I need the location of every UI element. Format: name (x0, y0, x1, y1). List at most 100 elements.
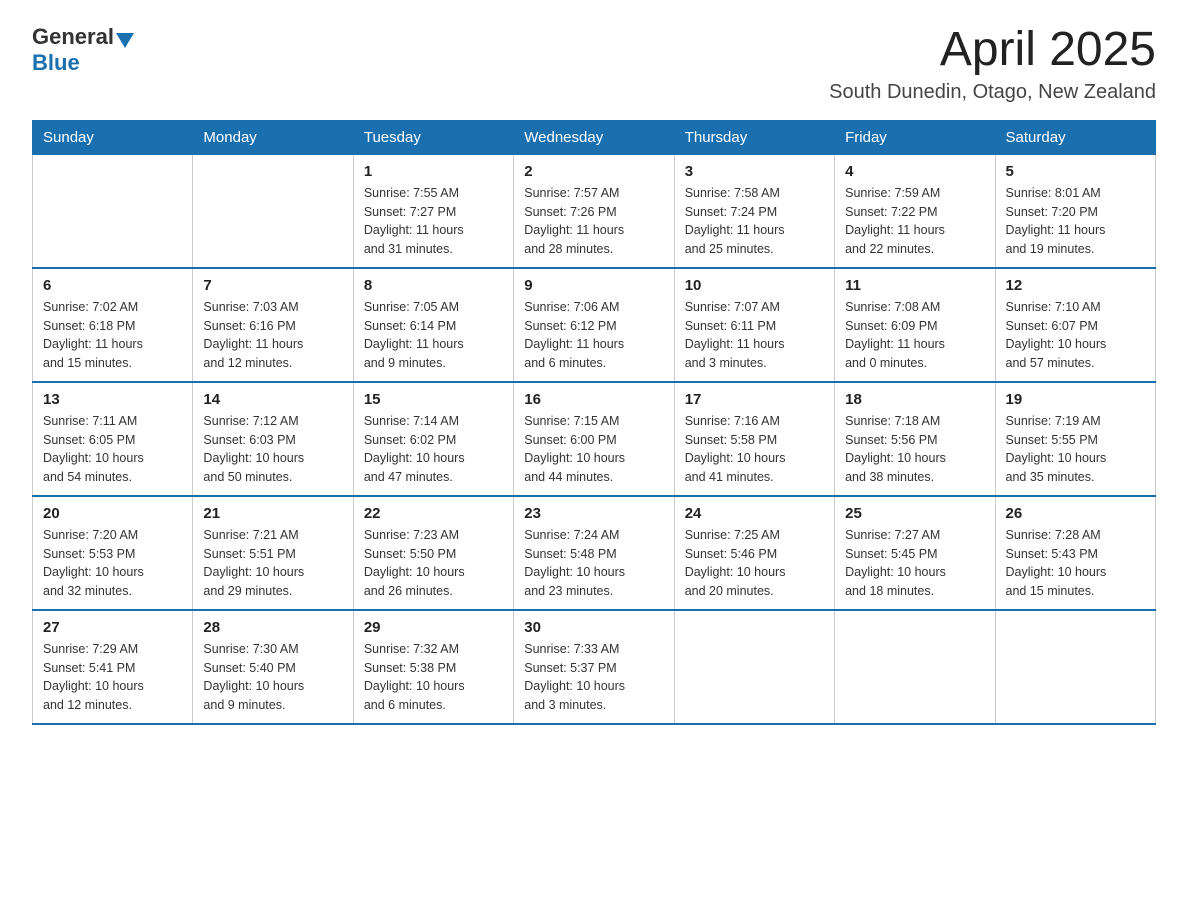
day-info: Sunrise: 7:33 AM Sunset: 5:37 PM Dayligh… (524, 640, 663, 715)
calendar-week-row: 1 Sunrise: 7:55 AM Sunset: 7:27 PM Daylig… (33, 154, 1156, 268)
calendar-cell: 14 Sunrise: 7:12 AM Sunset: 6:03 PM Dayli… (193, 382, 353, 496)
column-header-sunday: Sunday (33, 120, 193, 154)
day-info: Sunrise: 7:16 AM Sunset: 5:58 PM Dayligh… (685, 412, 824, 487)
calendar-cell: 30 Sunrise: 7:33 AM Sunset: 5:37 PM Dayli… (514, 610, 674, 724)
day-info: Sunrise: 7:23 AM Sunset: 5:50 PM Dayligh… (364, 526, 503, 601)
day-number: 1 (364, 163, 503, 180)
day-info: Sunrise: 7:30 AM Sunset: 5:40 PM Dayligh… (203, 640, 342, 715)
logo-general: General (32, 24, 114, 50)
day-number: 20 (43, 505, 182, 522)
day-number: 16 (524, 391, 663, 408)
day-info: Sunrise: 7:29 AM Sunset: 5:41 PM Dayligh… (43, 640, 182, 715)
calendar-cell: 28 Sunrise: 7:30 AM Sunset: 5:40 PM Dayli… (193, 610, 353, 724)
column-header-thursday: Thursday (674, 120, 834, 154)
day-info: Sunrise: 7:03 AM Sunset: 6:16 PM Dayligh… (203, 298, 342, 373)
day-info: Sunrise: 7:58 AM Sunset: 7:24 PM Dayligh… (685, 184, 824, 259)
day-info: Sunrise: 7:18 AM Sunset: 5:56 PM Dayligh… (845, 412, 984, 487)
day-info: Sunrise: 7:28 AM Sunset: 5:43 PM Dayligh… (1006, 526, 1145, 601)
calendar-cell (995, 610, 1155, 724)
day-number: 19 (1006, 391, 1145, 408)
calendar-week-row: 27 Sunrise: 7:29 AM Sunset: 5:41 PM Dayli… (33, 610, 1156, 724)
column-header-wednesday: Wednesday (514, 120, 674, 154)
calendar-week-row: 6 Sunrise: 7:02 AM Sunset: 6:18 PM Daylig… (33, 268, 1156, 382)
day-info: Sunrise: 7:11 AM Sunset: 6:05 PM Dayligh… (43, 412, 182, 487)
day-number: 11 (845, 277, 984, 294)
calendar-cell: 29 Sunrise: 7:32 AM Sunset: 5:38 PM Dayli… (353, 610, 513, 724)
calendar-cell: 26 Sunrise: 7:28 AM Sunset: 5:43 PM Dayli… (995, 496, 1155, 610)
calendar-cell: 17Sunrise: 7:16 AM Sunset: 5:58 PM Dayli… (674, 382, 834, 496)
day-number: 12 (1006, 277, 1145, 294)
day-number: 8 (364, 277, 503, 294)
column-header-friday: Friday (835, 120, 995, 154)
day-number: 2 (524, 163, 663, 180)
column-header-tuesday: Tuesday (353, 120, 513, 154)
calendar-cell: 19 Sunrise: 7:19 AM Sunset: 5:55 PM Dayli… (995, 382, 1155, 496)
calendar-cell: 4 Sunrise: 7:59 AM Sunset: 7:22 PM Daylig… (835, 154, 995, 268)
day-number: 23 (524, 505, 663, 522)
calendar-week-row: 20 Sunrise: 7:20 AM Sunset: 5:53 PM Dayli… (33, 496, 1156, 610)
day-number: 7 (203, 277, 342, 294)
calendar-cell: 3 Sunrise: 7:58 AM Sunset: 7:24 PM Daylig… (674, 154, 834, 268)
calendar-cell: 9Sunrise: 7:06 AM Sunset: 6:12 PM Daylig… (514, 268, 674, 382)
logo-triangle-icon (116, 33, 134, 48)
calendar-cell (674, 610, 834, 724)
day-info: Sunrise: 7:06 AM Sunset: 6:12 PM Dayligh… (524, 298, 663, 373)
location-title: South Dunedin, Otago, New Zealand (829, 81, 1156, 104)
calendar-week-row: 13 Sunrise: 7:11 AM Sunset: 6:05 PM Dayli… (33, 382, 1156, 496)
day-info: Sunrise: 7:12 AM Sunset: 6:03 PM Dayligh… (203, 412, 342, 487)
day-number: 6 (43, 277, 182, 294)
day-number: 29 (364, 619, 503, 636)
page-header: General Blue April 2025 South Dunedin, O… (32, 24, 1156, 104)
calendar-cell: 11Sunrise: 7:08 AM Sunset: 6:09 PM Dayli… (835, 268, 995, 382)
day-info: Sunrise: 7:59 AM Sunset: 7:22 PM Dayligh… (845, 184, 984, 259)
calendar-cell: 13 Sunrise: 7:11 AM Sunset: 6:05 PM Dayli… (33, 382, 193, 496)
day-info: Sunrise: 7:14 AM Sunset: 6:02 PM Dayligh… (364, 412, 503, 487)
day-number: 18 (845, 391, 984, 408)
day-info: Sunrise: 7:27 AM Sunset: 5:45 PM Dayligh… (845, 526, 984, 601)
calendar-cell: 25 Sunrise: 7:27 AM Sunset: 5:45 PM Dayli… (835, 496, 995, 610)
column-header-monday: Monday (193, 120, 353, 154)
calendar-cell: 23 Sunrise: 7:24 AM Sunset: 5:48 PM Dayli… (514, 496, 674, 610)
day-info: Sunrise: 7:05 AM Sunset: 6:14 PM Dayligh… (364, 298, 503, 373)
calendar-cell (835, 610, 995, 724)
day-info: Sunrise: 7:20 AM Sunset: 5:53 PM Dayligh… (43, 526, 182, 601)
day-number: 13 (43, 391, 182, 408)
day-number: 25 (845, 505, 984, 522)
calendar-cell: 6 Sunrise: 7:02 AM Sunset: 6:18 PM Daylig… (33, 268, 193, 382)
day-number: 30 (524, 619, 663, 636)
calendar-header-row: SundayMondayTuesdayWednesdayThursdayFrid… (33, 120, 1156, 154)
calendar-cell: 15 Sunrise: 7:14 AM Sunset: 6:02 PM Dayli… (353, 382, 513, 496)
calendar-cell: 5Sunrise: 8:01 AM Sunset: 7:20 PM Daylig… (995, 154, 1155, 268)
day-number: 24 (685, 505, 824, 522)
day-info: Sunrise: 7:24 AM Sunset: 5:48 PM Dayligh… (524, 526, 663, 601)
day-info: Sunrise: 7:02 AM Sunset: 6:18 PM Dayligh… (43, 298, 182, 373)
calendar-cell (193, 154, 353, 268)
day-info: Sunrise: 7:21 AM Sunset: 5:51 PM Dayligh… (203, 526, 342, 601)
day-number: 14 (203, 391, 342, 408)
day-info: Sunrise: 7:55 AM Sunset: 7:27 PM Dayligh… (364, 184, 503, 259)
day-number: 3 (685, 163, 824, 180)
calendar-cell: 21 Sunrise: 7:21 AM Sunset: 5:51 PM Dayli… (193, 496, 353, 610)
day-number: 15 (364, 391, 503, 408)
day-number: 22 (364, 505, 503, 522)
day-info: Sunrise: 7:10 AM Sunset: 6:07 PM Dayligh… (1006, 298, 1145, 373)
day-number: 4 (845, 163, 984, 180)
header-right: April 2025 South Dunedin, Otago, New Zea… (829, 24, 1156, 104)
day-info: Sunrise: 7:15 AM Sunset: 6:00 PM Dayligh… (524, 412, 663, 487)
day-info: Sunrise: 7:19 AM Sunset: 5:55 PM Dayligh… (1006, 412, 1145, 487)
calendar-cell: 7 Sunrise: 7:03 AM Sunset: 6:16 PM Daylig… (193, 268, 353, 382)
calendar-cell: 16 Sunrise: 7:15 AM Sunset: 6:00 PM Dayli… (514, 382, 674, 496)
calendar-cell: 8 Sunrise: 7:05 AM Sunset: 6:14 PM Daylig… (353, 268, 513, 382)
day-number: 27 (43, 619, 182, 636)
calendar-cell: 18 Sunrise: 7:18 AM Sunset: 5:56 PM Dayli… (835, 382, 995, 496)
month-title: April 2025 (829, 24, 1156, 77)
calendar-cell: 22 Sunrise: 7:23 AM Sunset: 5:50 PM Dayli… (353, 496, 513, 610)
day-number: 28 (203, 619, 342, 636)
calendar-cell: 24 Sunrise: 7:25 AM Sunset: 5:46 PM Dayli… (674, 496, 834, 610)
day-info: Sunrise: 7:25 AM Sunset: 5:46 PM Dayligh… (685, 526, 824, 601)
day-number: 21 (203, 505, 342, 522)
day-number: 26 (1006, 505, 1145, 522)
calendar-cell: 12 Sunrise: 7:10 AM Sunset: 6:07 PM Dayli… (995, 268, 1155, 382)
day-info: Sunrise: 7:32 AM Sunset: 5:38 PM Dayligh… (364, 640, 503, 715)
calendar-table: SundayMondayTuesdayWednesdayThursdayFrid… (32, 120, 1156, 725)
